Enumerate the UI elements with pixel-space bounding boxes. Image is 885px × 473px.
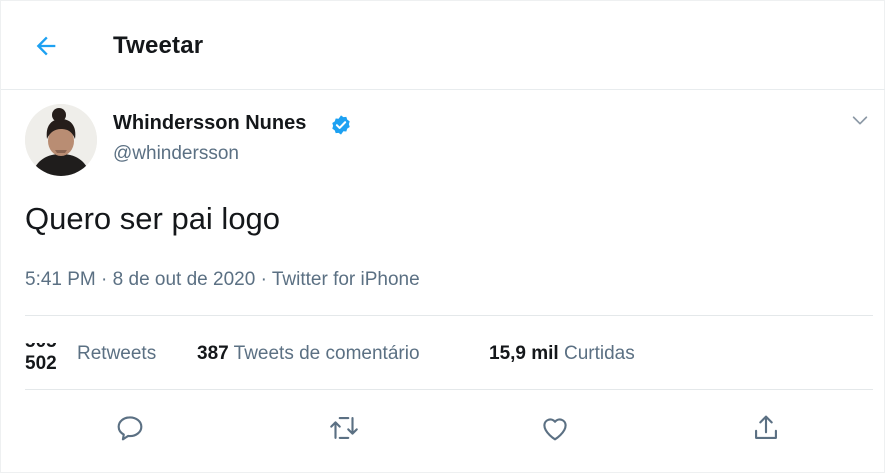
tweet-source[interactable]: Twitter for iPhone bbox=[272, 269, 420, 290]
reply-icon[interactable] bbox=[113, 411, 147, 445]
divider bbox=[25, 389, 873, 390]
likes-stat[interactable]: 15,9 mil Curtidas bbox=[489, 343, 635, 365]
page-header: Tweetar bbox=[1, 1, 885, 90]
quote-tweets-stat[interactable]: 387 Tweets de comentário bbox=[197, 343, 420, 365]
comments-label: Tweets de comentário bbox=[233, 343, 420, 364]
retweets-count: 505 502 bbox=[25, 343, 73, 369]
tweet-time[interactable]: 5:41 PM bbox=[25, 269, 96, 290]
likes-label: Curtidas bbox=[564, 343, 635, 364]
retweets-label: Retweets bbox=[77, 343, 157, 364]
tweet-metadata: 5:41 PM · 8 de out de 2020 · Twitter for… bbox=[25, 269, 420, 291]
avatar[interactable] bbox=[25, 104, 97, 176]
divider bbox=[25, 315, 873, 316]
tweet-text: Quero ser pai logo bbox=[25, 201, 281, 236]
tweet-date[interactable]: 8 de out de 2020 bbox=[113, 269, 256, 290]
likes-count: 15,9 mil bbox=[489, 343, 559, 364]
share-icon[interactable] bbox=[749, 411, 783, 445]
comments-count: 387 bbox=[197, 343, 229, 364]
chevron-down-icon[interactable] bbox=[849, 109, 871, 131]
like-icon[interactable] bbox=[538, 411, 572, 445]
arrow-left-icon[interactable] bbox=[32, 32, 60, 60]
verified-badge-icon bbox=[330, 114, 352, 136]
page-title: Tweetar bbox=[113, 32, 204, 59]
retweet-icon[interactable] bbox=[327, 411, 361, 445]
retweets-count-old: 505 bbox=[25, 343, 57, 353]
tweet-page: Tweetar Whindersson Nunes @whindersson Q… bbox=[0, 0, 885, 473]
author-handle[interactable]: @whindersson bbox=[113, 143, 239, 165]
meta-separator: · bbox=[260, 269, 267, 290]
retweets-count-new: 502 bbox=[25, 353, 57, 369]
author-display-name[interactable]: Whindersson Nunes bbox=[113, 112, 306, 135]
meta-separator: · bbox=[101, 269, 108, 290]
